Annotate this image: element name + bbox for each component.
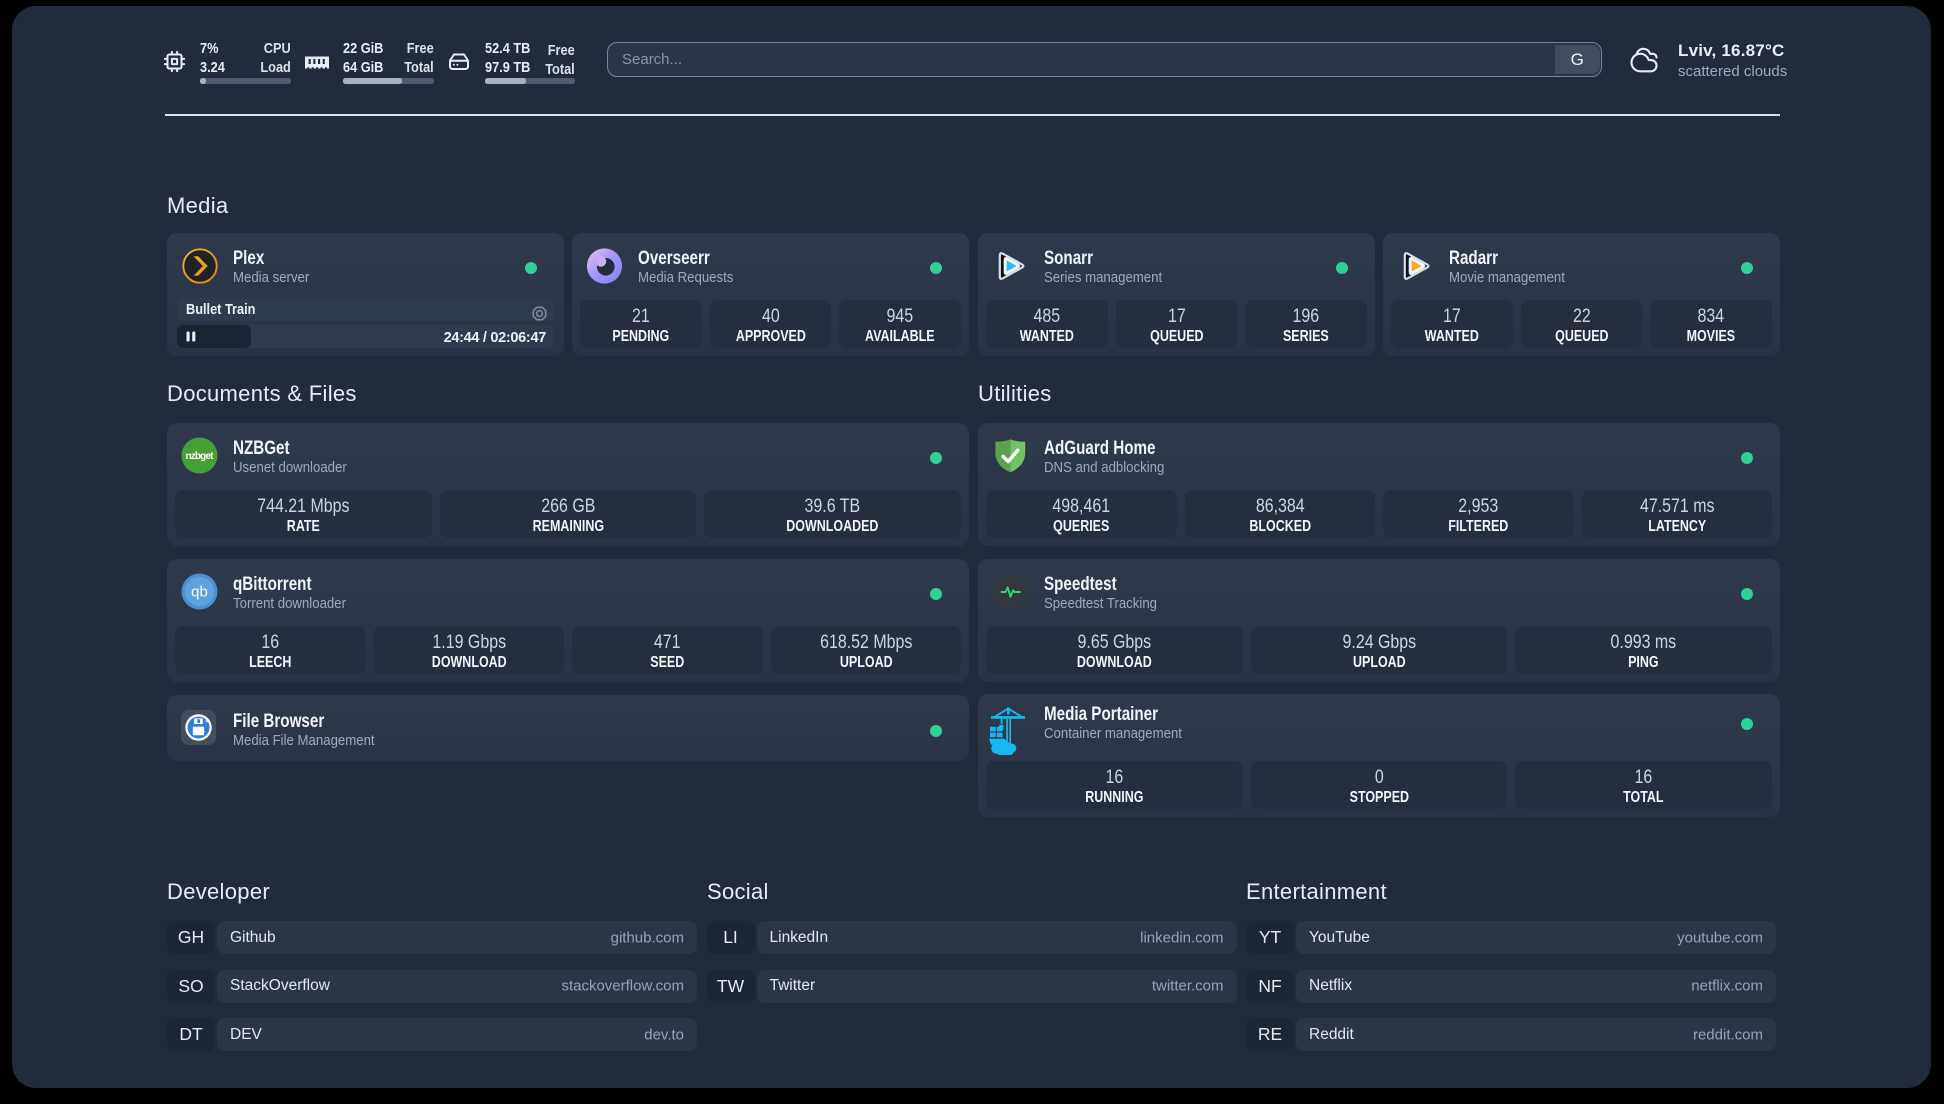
svg-text:nzbget: nzbget — [186, 451, 215, 462]
svg-text:qb: qb — [191, 584, 208, 601]
